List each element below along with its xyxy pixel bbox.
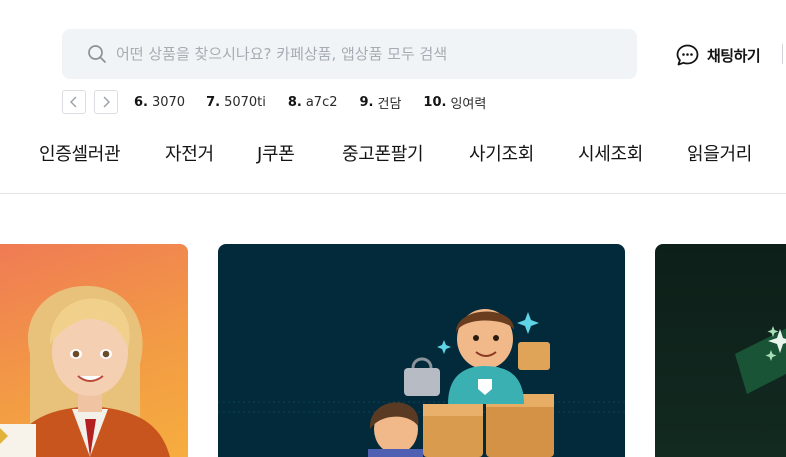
nav-item-sell-used-phone[interactable]: 중고폰팔기 (342, 140, 424, 166)
chat-bubble-icon (675, 43, 700, 68)
chevron-left-icon (69, 93, 79, 112)
popular-keywords: 6. 3070 7. 5070ti 8. a7c2 9. 건담 10. 잉여력 (134, 92, 486, 112)
keyword-rank: 10. (423, 94, 447, 110)
keyword-rank: 9. (359, 94, 374, 110)
category-nav: 인증셀러관 자전거 J쿠폰 중고폰팔기 사기조회 시세조회 읽을거리 (0, 140, 786, 170)
keyword-item[interactable]: 7. 5070ti (206, 95, 266, 110)
keyword-prev-button[interactable] (62, 90, 86, 114)
nav-item-certified-seller[interactable]: 인증셀러관 (39, 140, 121, 166)
keyword-text: 잉여력 (450, 96, 487, 112)
chat-label: 채팅하기 (707, 46, 761, 65)
keyword-item[interactable]: 9. 건담 (360, 93, 402, 112)
delivery-character-illustration (218, 309, 625, 457)
nav-item-price-check[interactable]: 시세조회 (578, 140, 643, 166)
nav-item-fraud-check[interactable]: 사기조회 (469, 140, 534, 166)
keyword-text: 5070ti (224, 94, 266, 110)
keyword-text: 건담 (377, 96, 402, 112)
chevron-right-icon (101, 93, 111, 112)
dark-promo-illustration (735, 326, 786, 394)
nav-item-j-coupon[interactable]: J쿠폰 (257, 140, 295, 166)
chat-button[interactable]: 채팅하기 (675, 42, 761, 68)
keyword-rank: 6. (134, 94, 148, 110)
banner-promo-dark[interactable] (655, 244, 786, 457)
keyword-item[interactable]: 8. a7c2 (288, 95, 338, 110)
keyword-text: 3070 (151, 94, 186, 110)
nav-item-articles[interactable]: 읽을거리 (687, 140, 752, 166)
header-divider (782, 44, 783, 64)
nav-item-bicycle[interactable]: 자전거 (165, 140, 214, 166)
keyword-text: a7c2 (305, 94, 338, 110)
nav-divider (0, 193, 786, 194)
search-input[interactable] (116, 29, 626, 79)
keyword-rank: 8. (287, 94, 302, 110)
search-bar[interactable] (62, 29, 637, 79)
seller-character-illustration (0, 285, 170, 457)
search-icon (87, 44, 107, 64)
keyword-rank: 7. (206, 94, 221, 110)
keyword-next-button[interactable] (94, 90, 118, 114)
keyword-item[interactable]: 6. 3070 (134, 95, 185, 110)
banner-promo-seller[interactable] (0, 244, 188, 457)
keyword-item[interactable]: 10. 잉여력 (423, 93, 486, 112)
banner-promo-delivery[interactable] (218, 244, 625, 457)
